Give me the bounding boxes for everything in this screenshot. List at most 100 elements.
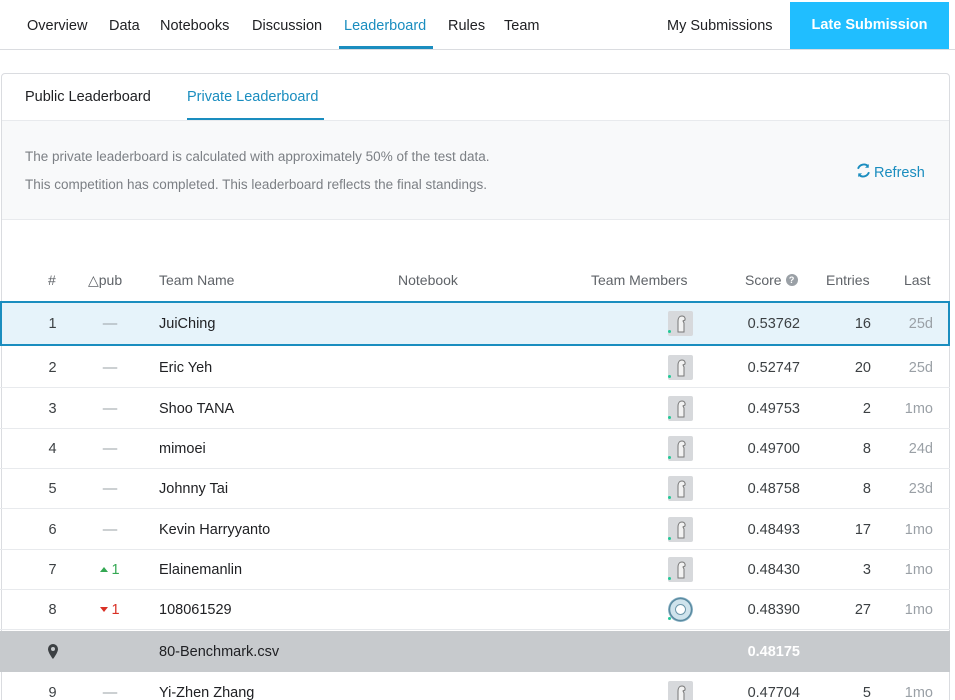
rank: 1 [48, 315, 57, 332]
tab-public-leaderboard[interactable]: Public Leaderboard [25, 74, 151, 121]
late-submission-button[interactable]: Late Submission [790, 2, 949, 49]
delta-pub: — [102, 480, 118, 497]
last-submission: 1mo [904, 521, 933, 538]
team-member-avatar[interactable] [668, 303, 694, 344]
online-indicator [668, 416, 671, 419]
competition-nav: Overview Data Notebooks Discussion Leade… [0, 0, 955, 50]
rank: 3 [48, 400, 57, 417]
help-icon[interactable]: ? [785, 274, 798, 286]
active-subtab-indicator [187, 118, 324, 120]
rank: 2 [48, 359, 57, 376]
score: 0.47704 [747, 685, 800, 700]
last-submission: 25d [908, 359, 933, 376]
col-entries: Entries [826, 272, 870, 288]
team-name-link[interactable]: Eric Yeh [159, 348, 212, 387]
team-member-avatar[interactable] [668, 469, 694, 508]
tab-private-leaderboard[interactable]: Private Leaderboard [187, 74, 318, 121]
score: 0.48493 [747, 521, 800, 538]
default-avatar-icon [668, 436, 693, 461]
leaderboard-table-header: # △pub Team Name Notebook Team Members S… [0, 272, 955, 298]
delta-pub: — [102, 400, 118, 417]
entries: 8 [862, 440, 871, 457]
benchmark-name: 80-Benchmark.csv [159, 643, 280, 660]
score: 0.48390 [747, 601, 800, 618]
delta-pub: — [102, 440, 118, 457]
team-member-avatar[interactable] [668, 429, 694, 468]
table-row[interactable]: 2 — Eric Yeh 0.52747 20 25d [0, 348, 950, 388]
online-indicator [668, 375, 671, 378]
score: 0.49753 [747, 400, 800, 417]
tab-team[interactable]: Team [504, 0, 539, 50]
team-name-link[interactable]: mimoei [159, 429, 206, 468]
last-submission: 25d [908, 315, 933, 332]
rank: 4 [48, 440, 57, 457]
table-row[interactable]: 8 1 108061529 0.48390 27 1mo [0, 590, 950, 630]
table-row[interactable]: 5 — Johnny Tai 0.48758 8 23d [0, 469, 950, 509]
default-avatar-icon [668, 517, 693, 542]
refresh-button[interactable]: Refresh [856, 163, 925, 182]
entries: 27 [854, 601, 871, 618]
tab-rules[interactable]: Rules [448, 0, 485, 50]
team-name-link[interactable]: 108061529 [159, 590, 232, 629]
default-avatar-icon [668, 476, 693, 501]
table-row[interactable]: 1 — JuiChing 0.53762 16 25d [0, 301, 950, 346]
score: 0.52747 [747, 359, 800, 376]
my-submissions-link[interactable]: My Submissions [667, 0, 773, 50]
default-avatar-icon [668, 311, 693, 336]
table-row[interactable]: 4 — mimoei 0.49700 8 24d [0, 429, 950, 469]
rank: 5 [48, 480, 57, 497]
team-name-link[interactable]: JuiChing [159, 303, 215, 344]
delta-pub: — [102, 685, 118, 700]
online-indicator [668, 537, 671, 540]
entries: 20 [854, 359, 871, 376]
delta-value: 1 [111, 601, 120, 618]
col-team-name: Team Name [159, 272, 235, 288]
last-submission: 1mo [904, 400, 933, 417]
team-member-avatar[interactable] [668, 510, 694, 549]
online-indicator [668, 496, 671, 499]
team-member-avatar[interactable] [668, 348, 694, 387]
delta-pub: — [102, 315, 118, 332]
online-indicator [668, 456, 671, 459]
online-indicator [668, 330, 671, 333]
last-submission: 1mo [904, 601, 933, 618]
col-team-members: Team Members [591, 272, 688, 288]
entries: 2 [862, 400, 871, 417]
team-member-avatar[interactable] [668, 389, 694, 428]
tab-notebooks[interactable]: Notebooks [160, 0, 229, 50]
rank-up-icon [100, 567, 109, 572]
default-avatar-icon [668, 557, 693, 582]
default-avatar-icon [668, 396, 693, 421]
table-row[interactable]: 9 — Yi-Zhen Zhang 0.47704 5 1mo [0, 673, 950, 700]
team-name-link[interactable]: Kevin Harryyanto [159, 510, 270, 549]
team-name-link[interactable]: Elainemanlin [159, 550, 242, 589]
rank: 9 [48, 685, 57, 700]
info-text-completed: This competition has completed. This lea… [25, 177, 487, 192]
default-avatar-icon [668, 680, 693, 700]
team-member-avatar[interactable] [668, 673, 694, 700]
team-name-link[interactable]: Johnny Tai [159, 469, 228, 508]
rank: 8 [48, 601, 57, 618]
score: 0.48430 [747, 561, 800, 578]
tab-leaderboard[interactable]: Leaderboard [344, 0, 426, 50]
tab-discussion[interactable]: Discussion [252, 0, 322, 50]
team-member-avatar[interactable] [668, 590, 694, 629]
col-score: Score ? [745, 272, 798, 288]
team-member-avatar[interactable] [668, 550, 694, 589]
tab-data[interactable]: Data [109, 0, 140, 50]
tab-overview[interactable]: Overview [27, 0, 87, 50]
refresh-label: Refresh [874, 164, 925, 181]
team-name-link[interactable]: Shoo TANA [159, 389, 234, 428]
table-row[interactable]: 7 1 Elainemanlin 0.48430 3 1mo [0, 550, 950, 590]
table-row[interactable]: 6 — Kevin Harryyanto 0.48493 17 1mo [0, 510, 950, 550]
leaderboard-info-box: The private leaderboard is calculated wi… [2, 121, 949, 220]
last-submission: 1mo [904, 685, 933, 700]
online-indicator [668, 617, 671, 620]
table-row[interactable]: 3 — Shoo TANA 0.49753 2 1mo [0, 389, 950, 429]
team-name-link[interactable]: Yi-Zhen Zhang [159, 673, 254, 700]
col-notebook: Notebook [398, 272, 458, 288]
score: 0.48758 [747, 480, 800, 497]
col-delta-pub: △pub [88, 272, 123, 288]
last-submission: 23d [908, 480, 933, 497]
score: 0.53762 [747, 315, 800, 332]
